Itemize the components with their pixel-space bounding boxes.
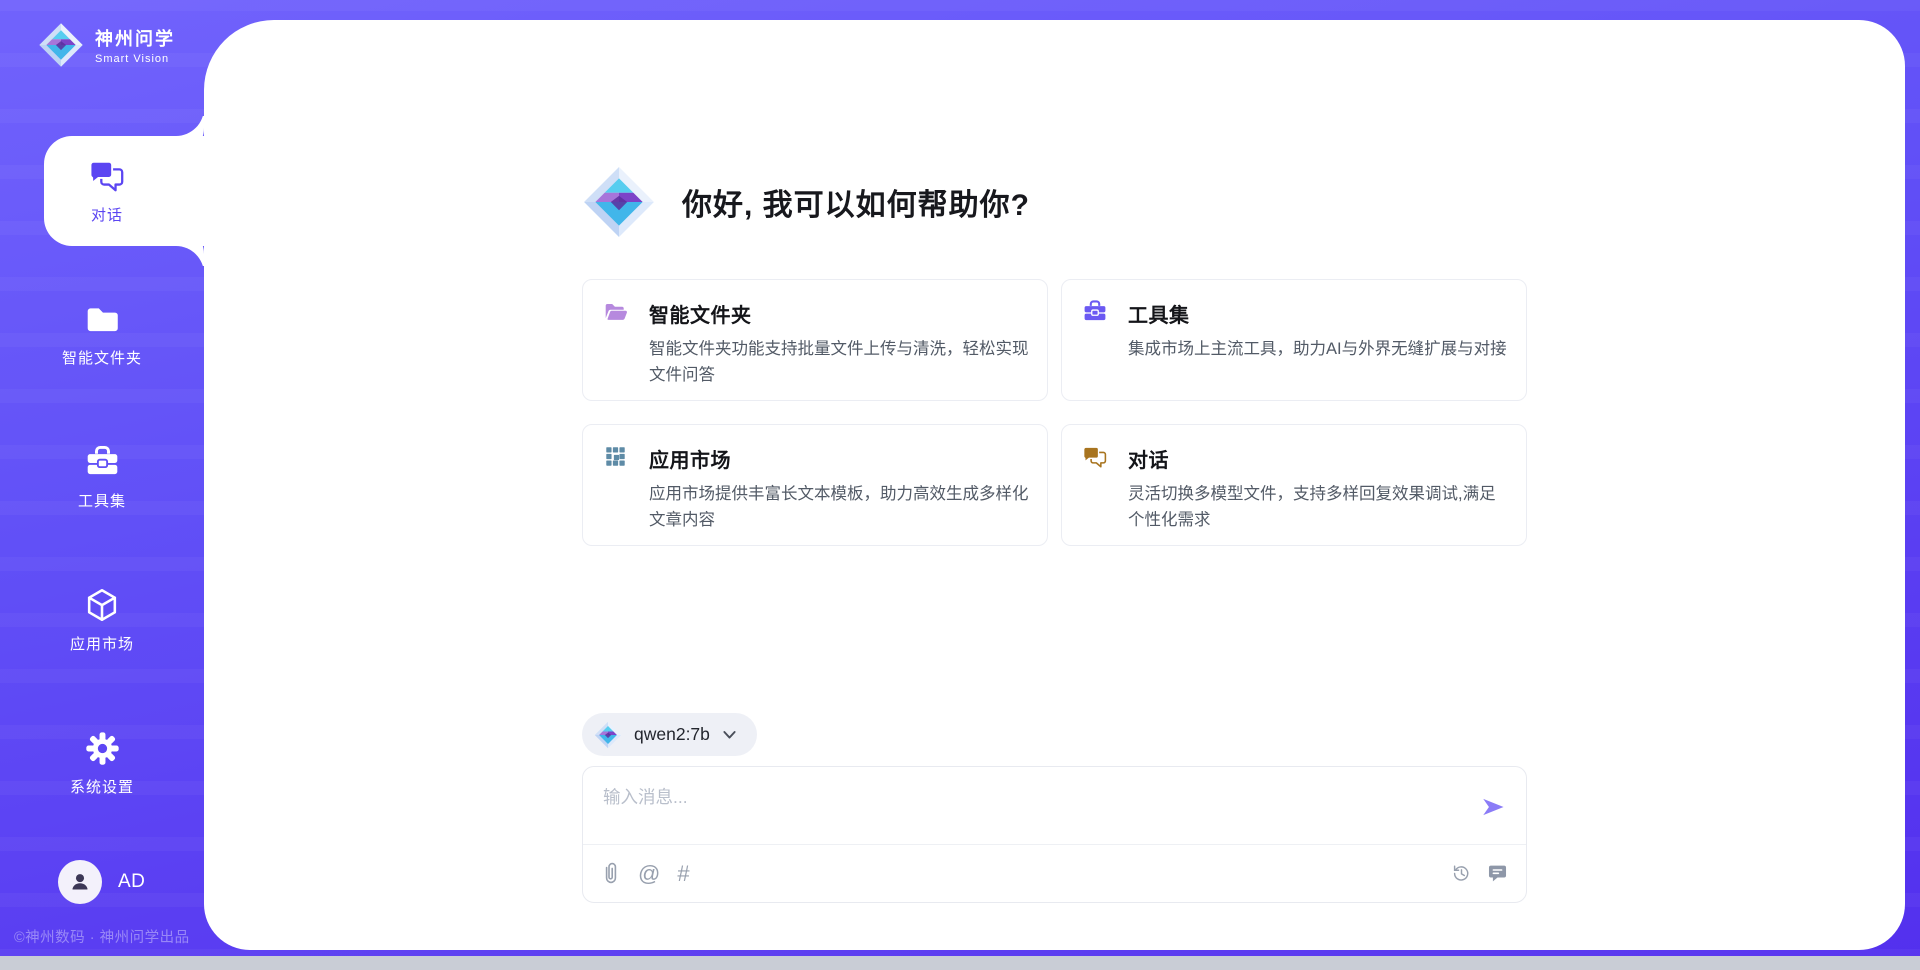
sidebar-item-toolset[interactable]: 工具集 <box>0 422 204 532</box>
send-button[interactable] <box>1476 793 1510 823</box>
card-title: 智能文件夹 <box>649 299 1029 328</box>
attachment-icon <box>601 862 621 886</box>
sidebar-footer: AD ©神州数码 · 神州问学出品 <box>0 860 204 963</box>
folder-icon <box>84 301 121 338</box>
chat-bubbles-icon <box>1082 444 1108 470</box>
copyright-text: ©神州数码 · 神州问学出品 <box>14 926 204 947</box>
card-description: 灵活切换多模型文件，支持多样回复效果调试,满足个性化需求 <box>1128 482 1508 545</box>
mention-button[interactable]: @ <box>638 863 660 885</box>
card-chat[interactable]: 对话 灵活切换多模型文件，支持多样回复效果调试,满足个性化需求 <box>1061 424 1527 546</box>
open-folder-icon <box>603 299 630 326</box>
card-description: 智能文件夹功能支持批量文件上传与清洗，轻松实现文件问答 <box>649 337 1029 400</box>
sidebar-item-chat[interactable]: 对话 <box>44 136 204 246</box>
sidebar-item-app-market[interactable]: 应用市场 <box>0 565 204 675</box>
hashtag-button[interactable]: # <box>677 863 689 885</box>
message-input[interactable] <box>583 767 1526 844</box>
send-plane-icon <box>1478 794 1508 820</box>
brand-subtitle: Smart Vision <box>95 53 175 65</box>
sidebar-nav: 对话 智能文件夹 工具集 应用市场 系统设置 <box>0 136 204 851</box>
sidebar-item-label: 应用市场 <box>70 633 134 654</box>
app-window: 神州问学 Smart Vision 对话 智能文件夹 工具集 应用市场 <box>0 0 1920 963</box>
chat-bubbles-icon <box>88 157 126 195</box>
composer-toolbar: @ # <box>583 844 1526 902</box>
card-toolset[interactable]: 工具集 集成市场上主流工具，助力AI与外界无缝扩展与对接 <box>1061 279 1527 401</box>
brand-diamond-icon <box>38 22 84 68</box>
history-icon <box>1451 863 1472 884</box>
model-diamond-icon <box>594 721 622 749</box>
sidebar-item-label: 对话 <box>91 204 123 225</box>
hashtag-icon: # <box>677 863 689 885</box>
sidebar-item-smart-folder[interactable]: 智能文件夹 <box>0 279 204 389</box>
greeting-diamond-icon <box>582 165 656 239</box>
brand-logo: 神州问学 Smart Vision <box>0 0 204 68</box>
model-name: qwen2:7b <box>634 724 710 745</box>
mention-icon: @ <box>638 863 660 885</box>
sidebar: 神州问学 Smart Vision 对话 智能文件夹 工具集 应用市场 <box>0 0 204 963</box>
cube-icon <box>83 586 121 624</box>
card-description: 应用市场提供丰富长文本模板，助力高效生成多样化文章内容 <box>649 482 1029 545</box>
toolbox-icon <box>1082 299 1108 325</box>
composer: qwen2:7b <box>582 713 1527 903</box>
model-selector[interactable]: qwen2:7b <box>582 713 757 756</box>
window-bottom-strip <box>0 956 1920 963</box>
feature-cards: 智能文件夹 智能文件夹功能支持批量文件上传与清洗，轻松实现文件问答 工具集 集成… <box>582 279 1527 546</box>
greeting-title: 你好, 我可以如何帮助你? <box>682 180 1030 224</box>
card-smart-folder[interactable]: 智能文件夹 智能文件夹功能支持批量文件上传与清洗，轻松实现文件问答 <box>582 279 1048 401</box>
attachment-button[interactable] <box>601 862 621 886</box>
greeting-header: 你好, 我可以如何帮助你? <box>582 165 1527 239</box>
history-button[interactable] <box>1451 863 1472 884</box>
card-title: 对话 <box>1128 444 1508 473</box>
user-initials: AD <box>118 871 145 893</box>
chevron-down-icon <box>722 729 737 741</box>
person-icon <box>67 869 93 895</box>
gear-icon <box>84 730 121 767</box>
feedback-button[interactable] <box>1487 863 1508 884</box>
user-account[interactable]: AD <box>14 860 204 904</box>
brand-name: 神州问学 <box>95 25 175 51</box>
grid-icon <box>603 444 628 469</box>
feedback-icon <box>1487 863 1508 884</box>
main-panel: 你好, 我可以如何帮助你? 智能文件夹 智能文件夹功能支持批量文件上传与清洗，轻… <box>204 20 1905 950</box>
sidebar-item-settings[interactable]: 系统设置 <box>0 708 204 818</box>
sidebar-item-label: 智能文件夹 <box>62 347 142 368</box>
avatar <box>58 860 102 904</box>
toolbox-icon <box>84 444 121 481</box>
card-description: 集成市场上主流工具，助力AI与外界无缝扩展与对接 <box>1128 337 1508 400</box>
message-input-box: @ # <box>582 766 1527 903</box>
card-title: 应用市场 <box>649 444 1029 473</box>
sidebar-item-label: 工具集 <box>78 490 126 511</box>
sidebar-item-label: 系统设置 <box>70 776 134 797</box>
card-title: 工具集 <box>1128 299 1508 328</box>
card-app-market[interactable]: 应用市场 应用市场提供丰富长文本模板，助力高效生成多样化文章内容 <box>582 424 1048 546</box>
